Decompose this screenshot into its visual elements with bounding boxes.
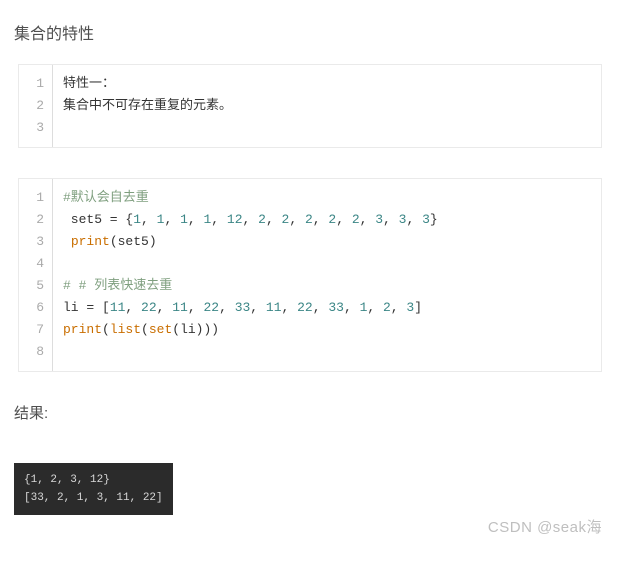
line-number: 7 bbox=[25, 319, 44, 341]
watermark: CSDN @seak海 bbox=[488, 516, 602, 537]
section-heading: 集合的特性 bbox=[14, 20, 606, 44]
code-line: print(list(set(li))) bbox=[63, 319, 591, 341]
code-line: li = [11, 22, 11, 22, 33, 11, 22, 33, 1,… bbox=[63, 297, 591, 319]
code-line: 特性一： bbox=[63, 73, 591, 95]
code-content: 特性一：集合中不可存在重复的元素。 bbox=[53, 65, 601, 147]
code-line: set5 = {1, 1, 1, 1, 12, 2, 2, 2, 2, 2, 3… bbox=[63, 209, 591, 231]
line-number: 3 bbox=[25, 117, 44, 139]
code-line: print(set5) bbox=[63, 231, 591, 253]
result-label: 结果: bbox=[14, 402, 606, 423]
code-line bbox=[63, 117, 591, 139]
line-number: 6 bbox=[25, 297, 44, 319]
code-line bbox=[63, 253, 591, 275]
code-line: # # 列表快速去重 bbox=[63, 275, 591, 297]
code-block-1: 123 特性一：集合中不可存在重复的元素。 bbox=[18, 64, 602, 148]
line-number: 1 bbox=[25, 73, 44, 95]
line-number: 1 bbox=[25, 187, 44, 209]
line-number: 4 bbox=[25, 253, 44, 275]
terminal-output: {1, 2, 3, 12} [33, 2, 1, 3, 11, 22] bbox=[14, 463, 173, 515]
line-number: 2 bbox=[25, 95, 44, 117]
code-line: #默认会自去重 bbox=[63, 187, 591, 209]
code-content: #默认会自去重 set5 = {1, 1, 1, 1, 12, 2, 2, 2,… bbox=[53, 179, 601, 371]
code-line: 集合中不可存在重复的元素。 bbox=[63, 95, 591, 117]
line-number: 5 bbox=[25, 275, 44, 297]
line-number: 2 bbox=[25, 209, 44, 231]
code-block-2: 12345678 #默认会自去重 set5 = {1, 1, 1, 1, 12,… bbox=[18, 178, 602, 372]
line-number-gutter: 12345678 bbox=[19, 179, 53, 371]
line-number-gutter: 123 bbox=[19, 65, 53, 147]
code-line bbox=[63, 341, 591, 363]
line-number: 3 bbox=[25, 231, 44, 253]
line-number: 8 bbox=[25, 341, 44, 363]
